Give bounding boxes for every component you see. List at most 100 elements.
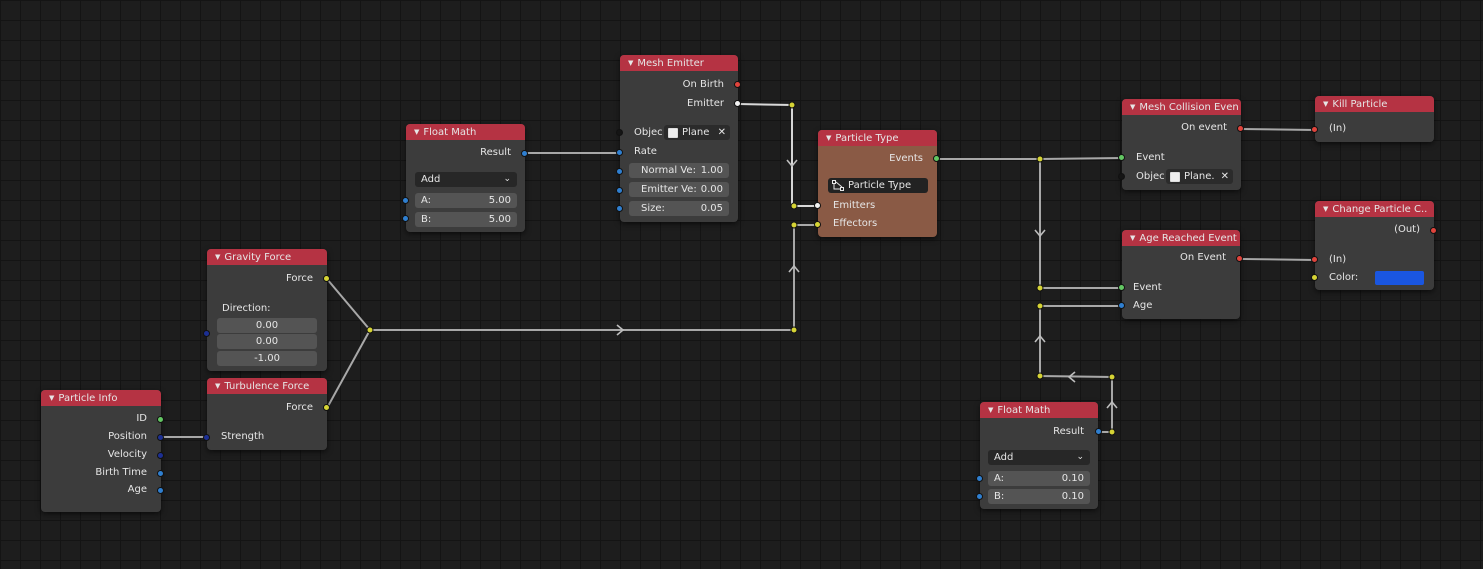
socket-output-on-event[interactable]: [1237, 125, 1244, 132]
link-turbulence-reroute: [326, 329, 371, 409]
collapse-triangle-icon[interactable]: ▼: [1323, 201, 1328, 217]
node-header[interactable]: ▼ Float Math: [406, 124, 525, 140]
collapse-triangle-icon[interactable]: ▼: [215, 249, 220, 265]
socket-output-force[interactable]: [323, 275, 330, 282]
socket-input-a[interactable]: [402, 197, 409, 204]
node-header[interactable]: ▼ Kill Particle: [1315, 96, 1434, 112]
node-title: Gravity Force: [224, 252, 292, 263]
socket-output-force[interactable]: [323, 404, 330, 411]
node-header[interactable]: ▼ Gravity Force: [207, 249, 327, 265]
collapse-triangle-icon[interactable]: ▼: [988, 402, 993, 418]
socket-output-age[interactable]: [157, 487, 164, 494]
input-b-field[interactable]: B: 5.00: [415, 212, 517, 227]
socket-input-normal-velocity[interactable]: [616, 168, 623, 175]
socket-output-birth-time[interactable]: [157, 470, 164, 477]
node-gravity-force[interactable]: ▼ Gravity Force Force Direction: 0.00 0.0…: [207, 249, 327, 371]
node-title: Age Reached Event: [1139, 233, 1237, 244]
size-field[interactable]: Size: 0.05: [629, 201, 729, 216]
clear-x-icon[interactable]: ✕: [1221, 169, 1229, 184]
socket-output-velocity[interactable]: [157, 452, 164, 459]
color-swatch[interactable]: [1375, 271, 1424, 285]
node-header[interactable]: ▼ Age Reached Event: [1122, 230, 1240, 246]
input-a-field[interactable]: A: 5.00: [415, 193, 517, 208]
socket-input-in[interactable]: [1311, 126, 1318, 133]
node-header[interactable]: ▼ Float Math: [980, 402, 1098, 418]
normal-velocity-field[interactable]: Normal Ve: 1.00: [629, 163, 729, 178]
socket-output-on-event[interactable]: [1236, 255, 1243, 262]
socket-input-object[interactable]: [616, 129, 623, 136]
operation-dropdown[interactable]: Add ⌄: [415, 172, 517, 187]
input-a-value: 5.00: [488, 195, 511, 206]
input-a-field[interactable]: A: 0.10: [988, 471, 1090, 486]
socket-input-b[interactable]: [402, 215, 409, 222]
node-float-math-1[interactable]: ▼ Float Math Result Add ⌄ A: 5.00 B: 5.00: [406, 124, 525, 232]
socket-input-emitter-velocity[interactable]: [616, 187, 623, 194]
node-turbulence-force[interactable]: ▼ Turbulence Force Force Strength: [207, 378, 327, 450]
operation-dropdown[interactable]: Add ⌄: [988, 450, 1090, 465]
object-picker[interactable]: Plane. ✕: [1166, 169, 1233, 184]
socket-input-event[interactable]: [1118, 284, 1125, 291]
collapse-triangle-icon[interactable]: ▼: [1130, 230, 1135, 246]
socket-input-in[interactable]: [1311, 256, 1318, 263]
node-change-particle-color[interactable]: ▼ Change Particle C.. (Out) (In) Color:: [1315, 201, 1434, 290]
node-float-math-2[interactable]: ▼ Float Math Result Add ⌄ A: 0.10 B: 0.10: [980, 402, 1098, 509]
particle-type-name-field[interactable]: Particle Type: [828, 178, 928, 193]
socket-input-object[interactable]: [1118, 173, 1125, 180]
socket-output-out[interactable]: [1430, 227, 1437, 234]
node-header[interactable]: ▼ Particle Type: [818, 130, 937, 146]
node-age-reached-event[interactable]: ▼ Age Reached Event On Event Event Age: [1122, 230, 1240, 319]
collapse-triangle-icon[interactable]: ▼: [628, 55, 633, 71]
socket-input-direction[interactable]: [203, 330, 210, 337]
clear-x-icon[interactable]: ✕: [718, 125, 726, 140]
node-particle-type[interactable]: ▼ Particle Type Events Particle Type Emit…: [818, 130, 937, 237]
collapse-triangle-icon[interactable]: ▼: [826, 130, 831, 146]
direction-z-field[interactable]: -1.00: [217, 351, 317, 366]
socket-input-strength[interactable]: [203, 434, 210, 441]
direction-label: Direction:: [222, 303, 271, 314]
object-picker[interactable]: Plane ✕: [664, 125, 730, 140]
socket-output-position[interactable]: [157, 434, 164, 441]
socket-input-event[interactable]: [1118, 154, 1125, 161]
node-kill-particle[interactable]: ▼ Kill Particle (In): [1315, 96, 1434, 142]
socket-input-size[interactable]: [616, 205, 623, 212]
direction-x-field[interactable]: 0.00: [217, 318, 317, 333]
node-header[interactable]: ▼ Turbulence Force: [207, 378, 327, 394]
input-a-value: 0.10: [1061, 473, 1084, 484]
collapse-triangle-icon[interactable]: ▼: [1130, 99, 1135, 115]
node-header[interactable]: ▼ Mesh Emitter: [620, 55, 738, 71]
collapse-triangle-icon[interactable]: ▼: [49, 390, 54, 406]
output-on-birth-label: On Birth: [682, 79, 724, 90]
socket-output-result[interactable]: [1095, 428, 1102, 435]
node-mesh-collision-event[interactable]: ▼ Mesh Collision Even On event Event Obje…: [1122, 99, 1241, 190]
node-editor-canvas[interactable]: ▼ Particle Info ID Position Velocity Birt…: [0, 0, 1483, 569]
input-strength-label: Strength: [221, 431, 265, 442]
input-b-field[interactable]: B: 0.10: [988, 489, 1090, 504]
emitter-velocity-field[interactable]: Emitter Ve: 0.00: [629, 182, 729, 197]
direction-y-field[interactable]: 0.00: [217, 334, 317, 349]
output-force-label: Force: [285, 402, 313, 413]
socket-output-emitter[interactable]: [734, 100, 741, 107]
socket-output-events[interactable]: [933, 155, 940, 162]
direction-y-value: 0.00: [255, 336, 279, 347]
node-particle-info[interactable]: ▼ Particle Info ID Position Velocity Birt…: [41, 390, 161, 512]
node-header[interactable]: ▼ Particle Info: [41, 390, 161, 406]
socket-input-b[interactable]: [976, 493, 983, 500]
emitter-velocity-label: Emitter Ve:: [641, 184, 697, 195]
node-mesh-emitter[interactable]: ▼ Mesh Emitter On Birth Emitter Objec Pla…: [620, 55, 738, 222]
collapse-triangle-icon[interactable]: ▼: [215, 378, 220, 394]
input-age-label: Age: [1133, 300, 1153, 311]
socket-input-age[interactable]: [1118, 302, 1125, 309]
socket-output-on-birth[interactable]: [734, 81, 741, 88]
socket-input-color[interactable]: [1311, 274, 1318, 281]
collapse-triangle-icon[interactable]: ▼: [414, 124, 419, 140]
socket-input-effectors[interactable]: [814, 221, 821, 228]
collapse-triangle-icon[interactable]: ▼: [1323, 96, 1328, 112]
socket-output-result[interactable]: [521, 150, 528, 157]
node-header[interactable]: ▼ Mesh Collision Even: [1122, 99, 1241, 115]
node-tree-icon: [832, 180, 844, 191]
node-header[interactable]: ▼ Change Particle C..: [1315, 201, 1434, 217]
socket-output-id[interactable]: [157, 416, 164, 423]
socket-input-emitters[interactable]: [814, 202, 821, 209]
socket-input-a[interactable]: [976, 475, 983, 482]
socket-input-rate[interactable]: [616, 149, 623, 156]
